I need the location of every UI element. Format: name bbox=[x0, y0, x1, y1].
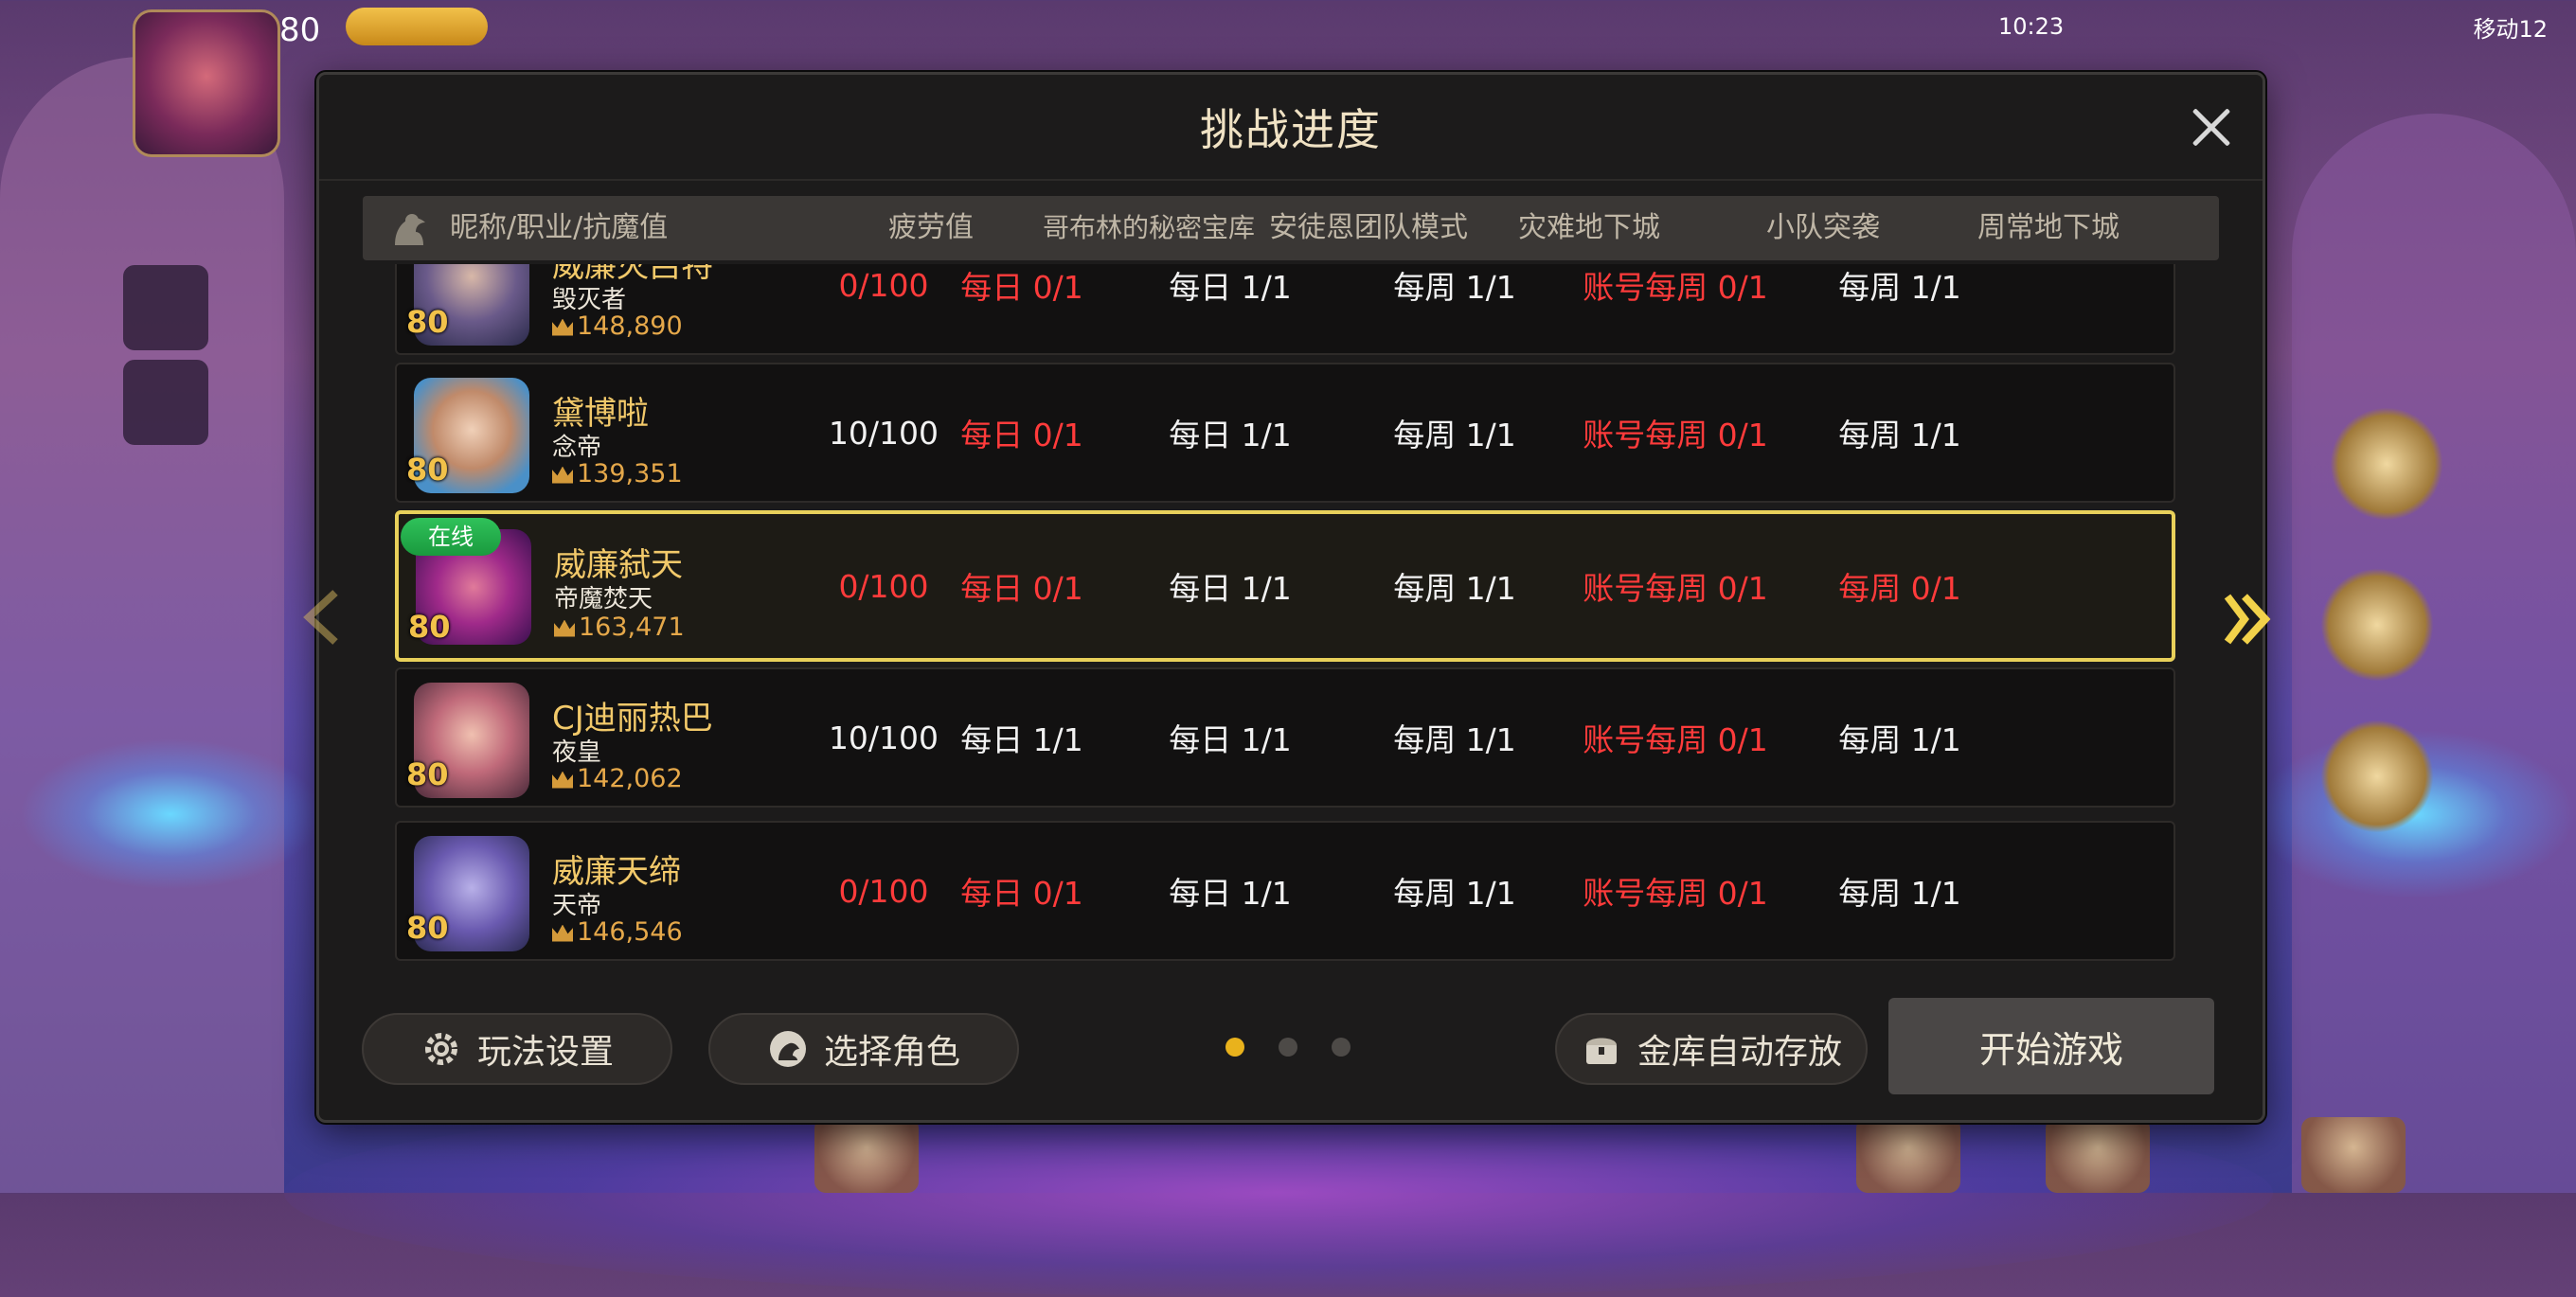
character-name: 黛博啦 bbox=[552, 395, 649, 433]
power-value: 142,062 bbox=[577, 764, 683, 793]
header-name: 昵称/职业/抗魔值 bbox=[450, 211, 669, 244]
currency-pill[interactable] bbox=[346, 8, 488, 45]
squad-value: 账号每周 0/1 bbox=[1583, 875, 1768, 912]
character-level: 80 bbox=[406, 910, 449, 946]
character-class: 夜皇 bbox=[552, 738, 602, 767]
vault-auto-store-label: 金库自动存放 bbox=[1637, 1033, 1842, 1072]
treasure-chest-icon bbox=[1585, 1038, 1617, 1064]
squad-value: 账号每周 0/1 bbox=[1583, 417, 1768, 453]
squad-value: 账号每周 0/1 bbox=[1583, 269, 1768, 306]
character-row-selected[interactable]: 在线 80 威廉弑天 帝魔焚天 163,471 0/100 每日 0/1 每日 … bbox=[395, 510, 2175, 662]
weekly-value: 每周 1/1 bbox=[1838, 875, 1961, 912]
background-portal-left bbox=[19, 738, 322, 890]
character-level: 80 bbox=[406, 452, 449, 488]
power-value: 163,471 bbox=[579, 613, 685, 642]
character-class: 天帝 bbox=[552, 892, 602, 920]
character-silhouette-icon bbox=[395, 214, 425, 245]
quest-icon[interactable] bbox=[123, 265, 208, 350]
bottom-menu-icon-3[interactable] bbox=[2046, 1117, 2150, 1193]
select-role-button[interactable]: 选择角色 bbox=[708, 1013, 1019, 1085]
play-settings-button[interactable]: 玩法设置 bbox=[362, 1013, 672, 1085]
character-row[interactable]: 80 黛博啦 念帝 139,351 10/100 每日 0/1 每日 1/1 每… bbox=[395, 363, 2175, 503]
header-fatigue: 疲劳值 bbox=[888, 211, 974, 244]
online-badge: 在线 bbox=[401, 518, 501, 556]
anton-value: 每日 1/1 bbox=[1169, 570, 1292, 607]
character-level: 80 bbox=[406, 756, 449, 792]
guild-icon[interactable] bbox=[2320, 568, 2434, 682]
character-name: 威廉天缔 bbox=[552, 853, 681, 891]
background-arch-left bbox=[0, 57, 284, 1193]
anton-value: 每日 1/1 bbox=[1169, 417, 1292, 453]
character-name: CJ迪丽热巴 bbox=[552, 700, 713, 737]
weekly-value: 每周 1/1 bbox=[1838, 417, 1961, 453]
squad-value: 账号每周 0/1 bbox=[1583, 570, 1768, 607]
weekly-value: 每周 1/1 bbox=[1838, 721, 1961, 758]
community-icon[interactable] bbox=[123, 360, 208, 445]
play-settings-label: 玩法设置 bbox=[476, 1033, 614, 1072]
shop-icon[interactable] bbox=[2320, 720, 2434, 833]
character-class: 念帝 bbox=[552, 434, 602, 462]
character-power: 148,890 bbox=[552, 311, 683, 341]
page-dot-3[interactable] bbox=[1332, 1038, 1351, 1057]
table-header: 昵称/职业/抗魔值 疲劳值 哥布林的秘密宝库 安徒恩团队模式 灾难地下城 小队突… bbox=[363, 196, 2219, 260]
power-value: 139,351 bbox=[577, 459, 683, 489]
pvp-icon[interactable] bbox=[2330, 407, 2443, 521]
character-power: 142,062 bbox=[552, 764, 683, 793]
character-power: 139,351 bbox=[552, 459, 683, 489]
crown-icon bbox=[554, 619, 575, 637]
dialog-title: 挑战进度 bbox=[1200, 104, 1382, 155]
player-level: 80 bbox=[279, 11, 321, 49]
character-select-icon bbox=[769, 1031, 806, 1067]
header-disaster-dungeon: 灾难地下城 bbox=[1518, 211, 1660, 244]
anton-value: 每日 1/1 bbox=[1169, 875, 1292, 912]
character-name: 威廉弑天 bbox=[554, 546, 683, 584]
character-level: 80 bbox=[408, 609, 451, 645]
power-value: 148,890 bbox=[577, 311, 683, 341]
challenge-progress-dialog: 挑战进度 昵称/职业/抗魔值 疲劳值 哥布林的秘密宝库 安徒恩团队模式 灾难地下… bbox=[316, 72, 2265, 1123]
character-class: 帝魔焚天 bbox=[554, 585, 653, 613]
bottom-menu-icon-1[interactable] bbox=[814, 1117, 919, 1193]
weekly-value: 每周 1/1 bbox=[1838, 269, 1961, 306]
status-time: 10:23 bbox=[1998, 13, 2065, 40]
chevron-left-icon[interactable] bbox=[299, 589, 343, 646]
chevron-right-icon[interactable] bbox=[2224, 589, 2275, 649]
page-dot-2[interactable] bbox=[1279, 1038, 1297, 1057]
header-squad-raid: 小队突袭 bbox=[1766, 211, 1880, 244]
crown-icon bbox=[552, 318, 573, 336]
character-list[interactable]: 80 威廉灭吕特 毁灭者 148,890 0/100 每日 0/1 每日 1/1… bbox=[395, 264, 2179, 1048]
anton-value: 每日 1/1 bbox=[1169, 269, 1292, 306]
header-anton-raid: 安徒恩团队模式 bbox=[1269, 211, 1468, 244]
character-level: 80 bbox=[406, 304, 449, 340]
character-power: 163,471 bbox=[554, 613, 685, 642]
character-row[interactable]: 80 威廉灭吕特 毁灭者 148,890 0/100 每日 0/1 每日 1/1… bbox=[395, 264, 2175, 355]
close-button[interactable] bbox=[2181, 98, 2242, 158]
crown-icon bbox=[552, 771, 573, 789]
select-role-label: 选择角色 bbox=[823, 1033, 960, 1072]
player-avatar[interactable] bbox=[133, 9, 280, 157]
character-row[interactable]: 80 CJ迪丽热巴 夜皇 142,062 10/100 每日 1/1 每日 1/… bbox=[395, 667, 2175, 808]
status-carrier: 移动12 bbox=[2473, 15, 2548, 43]
title-divider bbox=[319, 179, 2263, 181]
power-value: 146,546 bbox=[577, 917, 683, 947]
anton-value: 每日 1/1 bbox=[1169, 721, 1292, 758]
status-bar: 10:23 移动12 bbox=[1998, 8, 2548, 45]
weekly-value: 每周 0/1 bbox=[1838, 570, 1961, 607]
bottom-menu-icon-2[interactable] bbox=[1856, 1117, 1960, 1193]
header-weekly-dungeon: 周常地下城 bbox=[1977, 211, 2120, 244]
start-game-button[interactable]: 开始游戏 bbox=[1888, 998, 2214, 1094]
squad-value: 账号每周 0/1 bbox=[1583, 721, 1768, 758]
character-row[interactable]: 80 威廉天缔 天帝 146,546 0/100 每日 0/1 每日 1/1 每… bbox=[395, 821, 2175, 961]
character-power: 146,546 bbox=[552, 917, 683, 947]
character-class: 毁灭者 bbox=[552, 286, 627, 314]
bottom-menu-icon-4[interactable] bbox=[2301, 1117, 2406, 1193]
vault-auto-store-button[interactable]: 金库自动存放 bbox=[1555, 1013, 1868, 1085]
crown-icon bbox=[552, 924, 573, 942]
page-dot-1[interactable] bbox=[1225, 1038, 1244, 1057]
crown-icon bbox=[552, 466, 573, 484]
gear-icon bbox=[424, 1033, 457, 1065]
